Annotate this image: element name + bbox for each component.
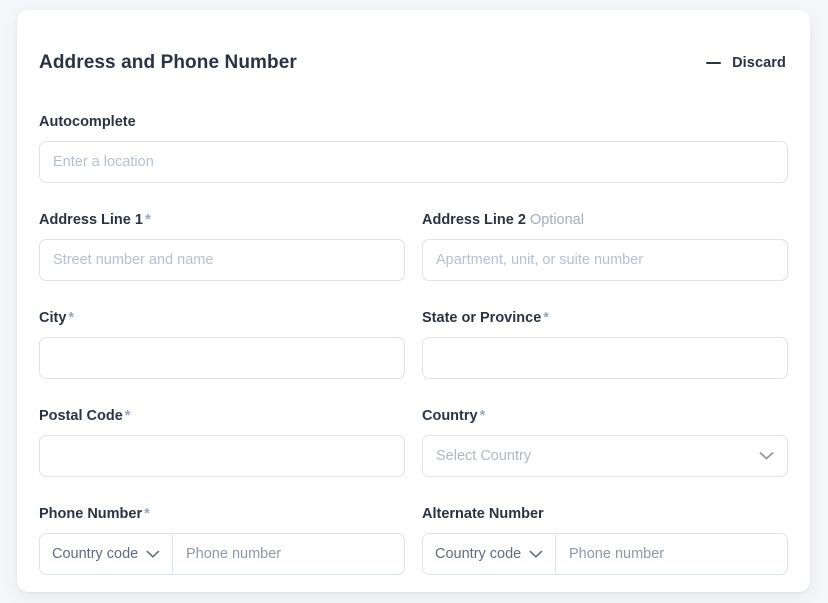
phone-number-label-text: Phone Number [39,506,143,522]
required-asterisk: * [144,212,151,228]
field-country: Country * Select Country [422,407,788,477]
alternate-number-label: Alternate Number [422,505,788,523]
country-select[interactable]: Select Country [422,435,788,477]
country-select-wrapper: Select Country [422,435,788,477]
address-and-phone-card: Address and Phone Number Discard Autocom… [17,10,810,592]
card-header: Address and Phone Number Discard [39,48,788,78]
required-asterisk: * [144,506,150,522]
discard-button[interactable]: Discard [704,53,788,73]
autocomplete-label: Autocomplete [39,113,788,131]
city-label: City * [39,309,405,327]
alternate-country-code-value: Country code [435,546,522,562]
minus-icon [706,62,722,64]
required-asterisk: * [479,408,486,424]
form-row-postal-country: Postal Code * Country * Select Country [39,407,788,477]
phone-country-code-select[interactable]: Country code [40,534,173,574]
page-title: Address and Phone Number [39,52,297,73]
state-or-province-label-text: State or Province [422,310,542,326]
required-asterisk: * [68,310,75,326]
field-address-line-2: Address Line 2 Optional [422,211,788,281]
required-asterisk: * [124,408,131,424]
postal-code-input[interactable] [39,435,405,477]
address-form: Autocomplete Address Line 1* Address Lin… [39,113,788,575]
optional-marker: Optional [529,212,584,228]
address-line-2-label: Address Line 2 Optional [422,211,788,229]
field-city: City * [39,309,405,379]
country-select-value: Select Country [436,448,532,464]
field-phone-number: Phone Number * Country code [39,505,405,575]
alternate-number-group: Country code [422,533,788,575]
phone-number-label: Phone Number * [39,505,405,523]
field-alternate-number: Alternate Number Country code [422,505,788,575]
phone-number-group: Country code [39,533,405,575]
address-line-2-label-text: Address Line 2 [422,212,526,228]
state-or-province-input[interactable] [422,337,788,379]
alternate-number-label-text: Alternate Number [422,506,544,522]
phone-country-code-value: Country code [52,546,139,562]
form-row-address-lines: Address Line 1* Address Line 2Optional [39,211,788,281]
chevron-down-icon [529,550,543,558]
address-line-1-label: Address Line 1 * [39,211,405,229]
field-postal-code: Postal Code * [39,407,405,477]
address-line-1-label-text: Address Line 1 [39,212,143,228]
discard-button-label: Discard [732,55,786,71]
field-address-line-1: Address Line 1 * [39,211,405,281]
alternate-number-input[interactable] [556,534,787,574]
country-label: Country * [422,407,788,425]
alternate-country-code-select[interactable]: Country code [423,534,556,574]
field-state-or-province: State or Province * [422,309,788,379]
phone-number-input[interactable] [173,534,404,574]
address-line-2-input[interactable] [422,239,788,281]
autocomplete-label-text: Autocomplete [39,114,136,130]
autocomplete-input[interactable] [39,141,788,183]
required-asterisk: * [543,310,549,326]
field-autocomplete: Autocomplete [39,113,788,183]
country-label-text: Country [422,408,478,424]
city-input[interactable] [39,337,405,379]
postal-code-label: Postal Code * [39,407,405,425]
address-line-1-input[interactable] [39,239,405,281]
form-row-phone-numbers: Phone Number * Country code Phone number… [39,505,788,575]
form-row-city-state: City * State or Province * [39,309,788,379]
state-or-province-label: State or Province * [422,309,788,327]
postal-code-label-text: Postal Code [39,408,123,424]
city-label-text: City [39,310,67,326]
form-row-autocomplete: Autocomplete [39,113,788,183]
chevron-down-icon [146,550,160,558]
card-content: Address and Phone Number Discard Autocom… [17,10,810,575]
